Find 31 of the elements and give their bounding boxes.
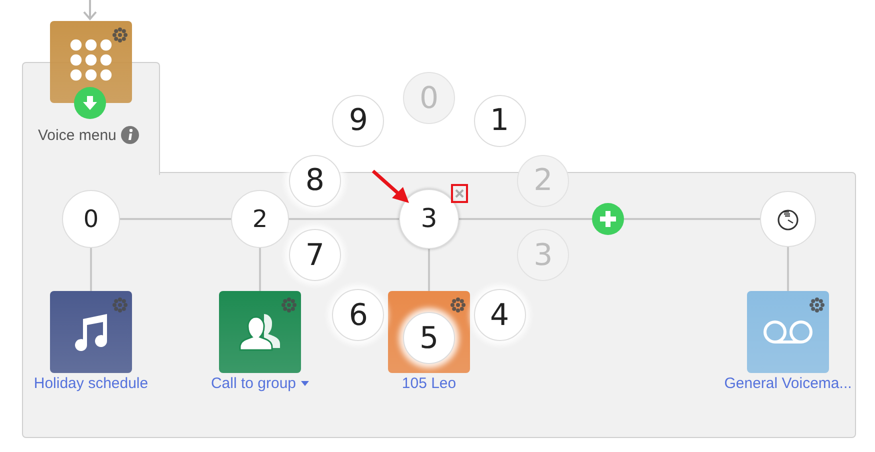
connector-line bbox=[259, 248, 261, 291]
target-link[interactable]: Holiday schedule bbox=[34, 375, 148, 392]
voice-menu-tile[interactable] bbox=[50, 21, 132, 103]
voicemail-icon bbox=[762, 319, 814, 345]
plus-icon bbox=[599, 210, 617, 228]
entry-arrow bbox=[83, 0, 97, 21]
gear-icon[interactable] bbox=[809, 297, 825, 313]
gear-icon[interactable] bbox=[281, 297, 297, 313]
gear-icon[interactable] bbox=[450, 297, 466, 313]
down-arrow-icon bbox=[82, 95, 98, 111]
voice-menu-label: Voice menu bbox=[38, 126, 116, 144]
target-link[interactable]: 105 Leo bbox=[402, 375, 456, 392]
caret-icon[interactable] bbox=[301, 381, 310, 386]
target-link[interactable]: General Voicema... bbox=[724, 375, 852, 392]
annotation-arrow bbox=[372, 170, 409, 203]
gear-icon[interactable] bbox=[112, 27, 128, 43]
close-icon[interactable] bbox=[455, 189, 464, 198]
target-link[interactable]: Call to group bbox=[210, 375, 310, 392]
connector-line bbox=[428, 249, 430, 291]
digit-button[interactable]: 1 bbox=[474, 94, 526, 147]
info-icon[interactable] bbox=[121, 126, 140, 144]
clock-icon bbox=[776, 207, 800, 231]
connector-line bbox=[787, 247, 789, 291]
voicemail-tile[interactable] bbox=[747, 291, 829, 373]
group-tile[interactable] bbox=[219, 291, 301, 373]
digit-button[interactable]: 8 bbox=[288, 154, 341, 207]
keypad-icon bbox=[70, 39, 112, 81]
schedule-tile[interactable] bbox=[50, 291, 132, 373]
digit-button[interactable]: 9 bbox=[332, 94, 384, 147]
connector-line bbox=[90, 248, 92, 291]
people-icon bbox=[238, 312, 282, 352]
